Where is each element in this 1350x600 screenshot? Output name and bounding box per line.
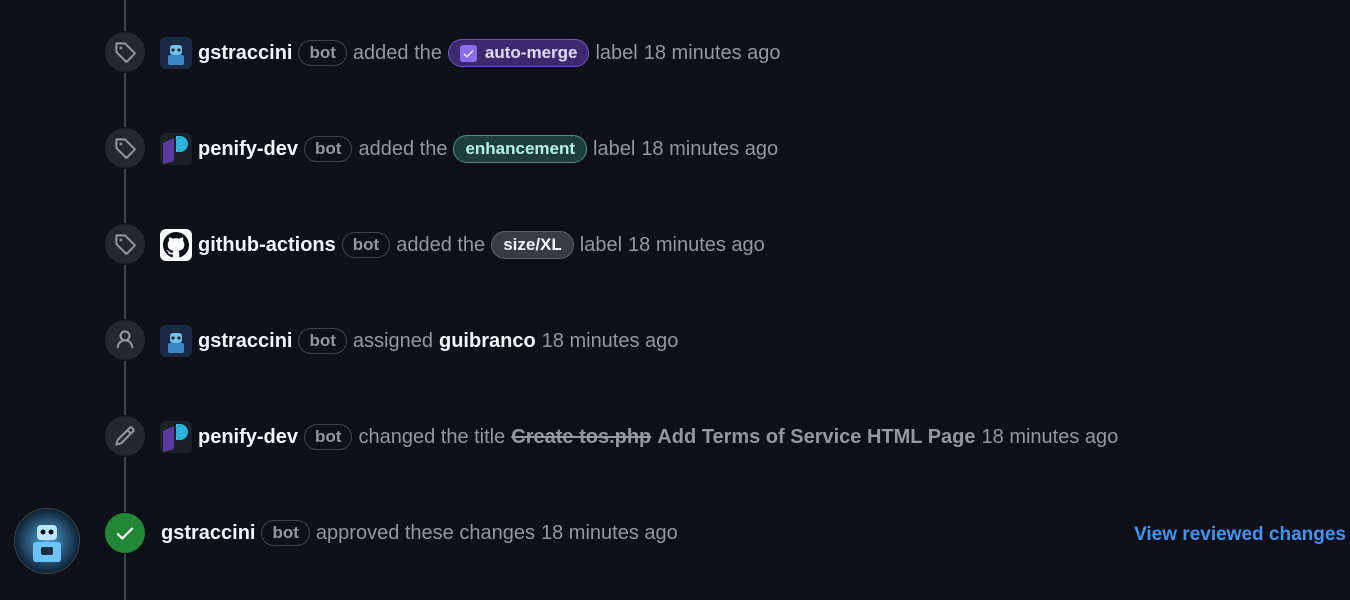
event-verb: changed the title bbox=[358, 425, 506, 448]
timeline-event-assigned: gstraccini bot assigned guibranco 18 min… bbox=[0, 319, 1350, 363]
pencil-icon bbox=[104, 415, 146, 457]
avatar-gstraccini[interactable] bbox=[160, 325, 192, 357]
label-pill-enhancement[interactable]: enhancement bbox=[453, 135, 588, 163]
check-icon bbox=[104, 512, 146, 554]
label-text: size/XL bbox=[503, 235, 562, 254]
bot-badge: bot bbox=[298, 328, 347, 354]
actor-link[interactable]: penify-dev bbox=[198, 426, 298, 449]
event-time[interactable]: 18 minutes ago bbox=[641, 138, 778, 161]
avatar-penify-dev[interactable] bbox=[160, 133, 192, 165]
new-title: Add Terms of Service HTML Page bbox=[657, 425, 976, 448]
actor-link[interactable]: github-actions bbox=[198, 234, 336, 257]
event-time[interactable]: 18 minutes ago bbox=[982, 426, 1119, 449]
actor-link[interactable]: gstraccini bbox=[161, 522, 255, 545]
checkbox-icon bbox=[459, 44, 477, 62]
avatar-penify-dev[interactable] bbox=[160, 421, 192, 453]
avatar-github-actions[interactable] bbox=[160, 229, 192, 261]
tag-icon bbox=[104, 31, 146, 73]
view-reviewed-changes-link[interactable]: View reviewed changes bbox=[1134, 524, 1346, 546]
event-verb: added the bbox=[352, 41, 442, 64]
label-pill-size-xl[interactable]: size/XL bbox=[491, 231, 574, 259]
bot-badge: bot bbox=[304, 136, 353, 162]
timeline-line bbox=[124, 0, 126, 600]
timeline-event-label-auto-merge: gstraccini bot added the auto-merge labe… bbox=[0, 31, 1350, 75]
bot-badge: bot bbox=[261, 520, 310, 546]
event-verb: added the bbox=[396, 233, 486, 256]
actor-link[interactable]: penify-dev bbox=[198, 138, 298, 161]
bot-badge: bot bbox=[304, 424, 353, 450]
event-time[interactable]: 18 minutes ago bbox=[644, 42, 781, 65]
actor-link[interactable]: gstraccini bbox=[198, 42, 292, 65]
assignee-link[interactable]: guibranco bbox=[439, 330, 536, 353]
label-text: auto-merge bbox=[484, 43, 578, 62]
avatar-gstraccini[interactable] bbox=[160, 37, 192, 69]
event-suffix: label bbox=[579, 233, 623, 256]
timeline-event-label-enhancement: penify-dev bot added the enhancement lab… bbox=[0, 127, 1350, 171]
timeline-event-renamed: penify-dev bot changed the title Create … bbox=[0, 415, 1350, 459]
bot-badge: bot bbox=[298, 40, 347, 66]
event-verb: approved these changes bbox=[315, 521, 535, 544]
event-time[interactable]: 18 minutes ago bbox=[541, 522, 678, 545]
actor-link[interactable]: gstraccini bbox=[198, 330, 292, 353]
timeline-event-label-size-xl: github-actions bot added the size/XL lab… bbox=[0, 223, 1350, 267]
label-text: enhancement bbox=[465, 139, 576, 158]
event-verb: assigned bbox=[352, 329, 433, 352]
event-suffix: label bbox=[593, 137, 636, 160]
event-suffix: label bbox=[595, 41, 638, 64]
event-time[interactable]: 18 minutes ago bbox=[628, 234, 765, 257]
tag-icon bbox=[104, 127, 146, 169]
tag-icon bbox=[104, 223, 146, 265]
event-verb: added the bbox=[358, 137, 448, 160]
old-title: Create tos.php bbox=[511, 425, 652, 448]
person-icon bbox=[104, 319, 146, 361]
event-time[interactable]: 18 minutes ago bbox=[542, 330, 679, 353]
label-pill-auto-merge[interactable]: auto-merge bbox=[447, 39, 590, 67]
bot-badge: bot bbox=[341, 232, 391, 258]
